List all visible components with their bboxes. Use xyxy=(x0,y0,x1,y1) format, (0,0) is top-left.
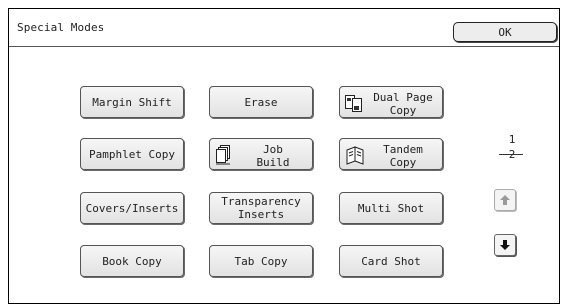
page-current: 1 xyxy=(508,133,516,146)
covers-inserts-button[interactable]: Covers/Inserts xyxy=(80,192,184,224)
page-total: 2 xyxy=(508,148,516,161)
arrow-up-icon xyxy=(499,191,511,210)
multi-shot-button[interactable]: Multi Shot xyxy=(339,192,443,224)
pamphlet-copy-button[interactable]: Pamphlet Copy xyxy=(80,138,184,170)
multi-shot-label: Multi Shot xyxy=(357,201,425,215)
book-copy-label: Book Copy xyxy=(102,254,162,268)
book-copy-button[interactable]: Book Copy xyxy=(80,245,184,277)
arrow-down-icon xyxy=(499,236,511,255)
card-shot-label: Card Shot xyxy=(361,254,421,268)
dual-page-icon xyxy=(344,92,366,114)
tandem-copy-button[interactable]: Tandem Copy xyxy=(339,138,443,170)
tab-copy-label: Tab Copy xyxy=(234,254,288,268)
scroll-down-button[interactable] xyxy=(494,234,516,256)
job-build-icon xyxy=(214,144,236,166)
margin-shift-label: Margin Shift xyxy=(92,95,172,109)
tandem-copy-label: Tandem Copy xyxy=(383,143,423,169)
pamphlet-copy-label: Pamphlet Copy xyxy=(88,147,176,161)
page-title: Special Modes xyxy=(17,21,105,34)
margin-shift-button[interactable]: Margin Shift xyxy=(80,86,184,118)
job-build-label: Job Build xyxy=(256,143,290,169)
dual-page-copy-button[interactable]: Dual Page Copy xyxy=(339,86,443,118)
covers-inserts-label: Covers/Inserts xyxy=(85,201,179,215)
card-shot-button[interactable]: Card Shot xyxy=(339,245,443,277)
ok-button[interactable]: OK xyxy=(453,22,557,42)
transparency-inserts-button[interactable]: Transparency Inserts xyxy=(209,192,313,224)
transparency-inserts-label: Transparency Inserts xyxy=(221,195,301,221)
dual-page-copy-label: Dual Page Copy xyxy=(373,91,433,117)
tab-copy-button[interactable]: Tab Copy xyxy=(209,245,313,277)
job-build-button[interactable]: Job Build xyxy=(209,138,313,170)
special-modes-panel: Special Modes OK Margin Shift Erase Dual… xyxy=(8,8,560,304)
erase-label: Erase xyxy=(244,95,278,109)
tandem-icon xyxy=(344,144,366,166)
title-bar: Special Modes OK xyxy=(9,9,559,47)
erase-button[interactable]: Erase xyxy=(209,86,313,118)
scroll-up-button[interactable] xyxy=(494,189,516,211)
